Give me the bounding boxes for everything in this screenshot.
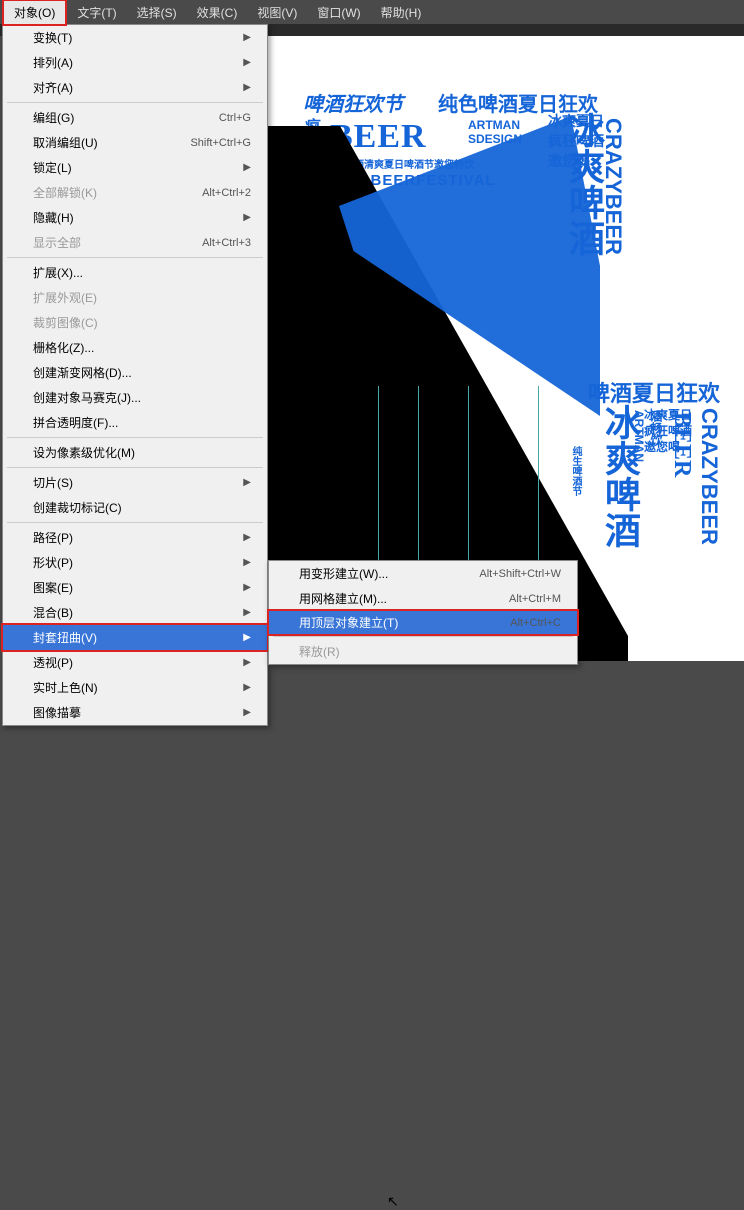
art-text: 酒畅饮 (648, 410, 665, 446)
menu-mosaic[interactable]: 创建对象马赛克(J)... (3, 385, 267, 410)
cursor-icon: ↖ (387, 1193, 399, 1210)
menu-pattern[interactable]: 图案(E)▶ (3, 575, 267, 600)
menu-view[interactable]: 视图(V) (247, 1, 307, 24)
menu-blend[interactable]: 混合(B)▶ (3, 600, 267, 625)
menu-lock[interactable]: 锁定(L)▶ (3, 155, 267, 180)
chevron-right-icon: ▶ (243, 582, 251, 593)
menu-hide[interactable]: 隐藏(H)▶ (3, 205, 267, 230)
submenu-make-warp[interactable]: 用变形建立(W)...Alt+Shift+Ctrl+W (269, 561, 577, 586)
menu-slice[interactable]: 切片(S)▶ (3, 470, 267, 495)
chevron-right-icon: ▶ (243, 657, 251, 668)
menu-perspective[interactable]: 透视(P)▶ (3, 650, 267, 675)
separator (7, 102, 263, 103)
menu-group[interactable]: 编组(G)Ctrl+G (3, 105, 267, 130)
menu-arrange[interactable]: 排列(A)▶ (3, 50, 267, 75)
menu-transform[interactable]: 变换(T)▶ (3, 25, 267, 50)
menu-type[interactable]: 文字(T) (67, 1, 126, 24)
art-text: 啤酒狂欢节 (303, 88, 403, 117)
chevron-right-icon: ▶ (243, 212, 251, 223)
separator (7, 257, 263, 258)
chevron-right-icon: ▶ (243, 682, 251, 693)
menu-show-all: 显示全部Alt+Ctrl+3 (3, 230, 267, 255)
art-text: BEER (668, 412, 695, 477)
separator (7, 437, 263, 438)
art-text: CRAZYBEER (696, 408, 722, 545)
separator (273, 636, 573, 637)
menubar: 对象(O) 文字(T) 选择(S) 效果(C) 视图(V) 窗口(W) 帮助(H… (0, 0, 744, 24)
chevron-right-icon: ▶ (243, 532, 251, 543)
art-text: CRAZYBEER (600, 118, 626, 255)
separator (7, 467, 263, 468)
menu-pixel-opt[interactable]: 设为像素级优化(M) (3, 440, 267, 465)
menu-crop-marks[interactable]: 创建裁切标记(C) (3, 495, 267, 520)
menu-window[interactable]: 窗口(W) (307, 1, 370, 24)
menu-expand-appear: 扩展外观(E) (3, 285, 267, 310)
menu-help[interactable]: 帮助(H) (371, 1, 432, 24)
chevron-right-icon: ▶ (243, 32, 251, 43)
menu-object[interactable]: 对象(O) (2, 0, 67, 26)
submenu-release: 释放(R) (269, 639, 577, 664)
menu-gradient-mesh[interactable]: 创建渐变网格(D)... (3, 360, 267, 385)
menu-shape[interactable]: 形状(P)▶ (3, 550, 267, 575)
separator (7, 522, 263, 523)
menu-unlock-all: 全部解锁(K)Alt+Ctrl+2 (3, 180, 267, 205)
menu-expand[interactable]: 扩展(X)... (3, 260, 267, 285)
chevron-right-icon: ▶ (243, 57, 251, 68)
menu-flatten[interactable]: 拼合透明度(F)... (3, 410, 267, 435)
chevron-right-icon: ▶ (243, 607, 251, 618)
art-text: 纯生啤酒节 (568, 446, 583, 496)
submenu-make-top-object[interactable]: 用顶层对象建立(T)Alt+Ctrl+C (267, 609, 579, 636)
object-menu: 变换(T)▶ 排列(A)▶ 对齐(A)▶ 编组(G)Ctrl+G 取消编组(U)… (2, 24, 268, 726)
chevron-right-icon: ▶ (243, 82, 251, 93)
menu-envelope-distort[interactable]: 封套扭曲(V)▶ (1, 623, 269, 652)
menu-effect[interactable]: 效果(C) (187, 1, 248, 24)
chevron-right-icon: ▶ (243, 477, 251, 488)
submenu-make-mesh[interactable]: 用网格建立(M)...Alt+Ctrl+M (269, 586, 577, 611)
menu-image-trace[interactable]: 图像描摹▶ (3, 700, 267, 725)
menu-crop-image: 裁剪图像(C) (3, 310, 267, 335)
menu-select[interactable]: 选择(S) (127, 1, 187, 24)
art-text: ARTMAN (632, 410, 646, 462)
envelope-submenu: 用变形建立(W)...Alt+Shift+Ctrl+W 用网格建立(M)...A… (268, 560, 578, 665)
chevron-right-icon: ▶ (243, 632, 251, 643)
chevron-right-icon: ▶ (243, 707, 251, 718)
menu-path[interactable]: 路径(P)▶ (3, 525, 267, 550)
chevron-right-icon: ▶ (243, 557, 251, 568)
menu-live-paint[interactable]: 实时上色(N)▶ (3, 675, 267, 700)
menu-align[interactable]: 对齐(A)▶ (3, 75, 267, 100)
menu-rasterize[interactable]: 栅格化(Z)... (3, 335, 267, 360)
art-text: ARTMAN (468, 118, 520, 132)
chevron-right-icon: ▶ (243, 162, 251, 173)
menu-ungroup[interactable]: 取消编组(U)Shift+Ctrl+G (3, 130, 267, 155)
